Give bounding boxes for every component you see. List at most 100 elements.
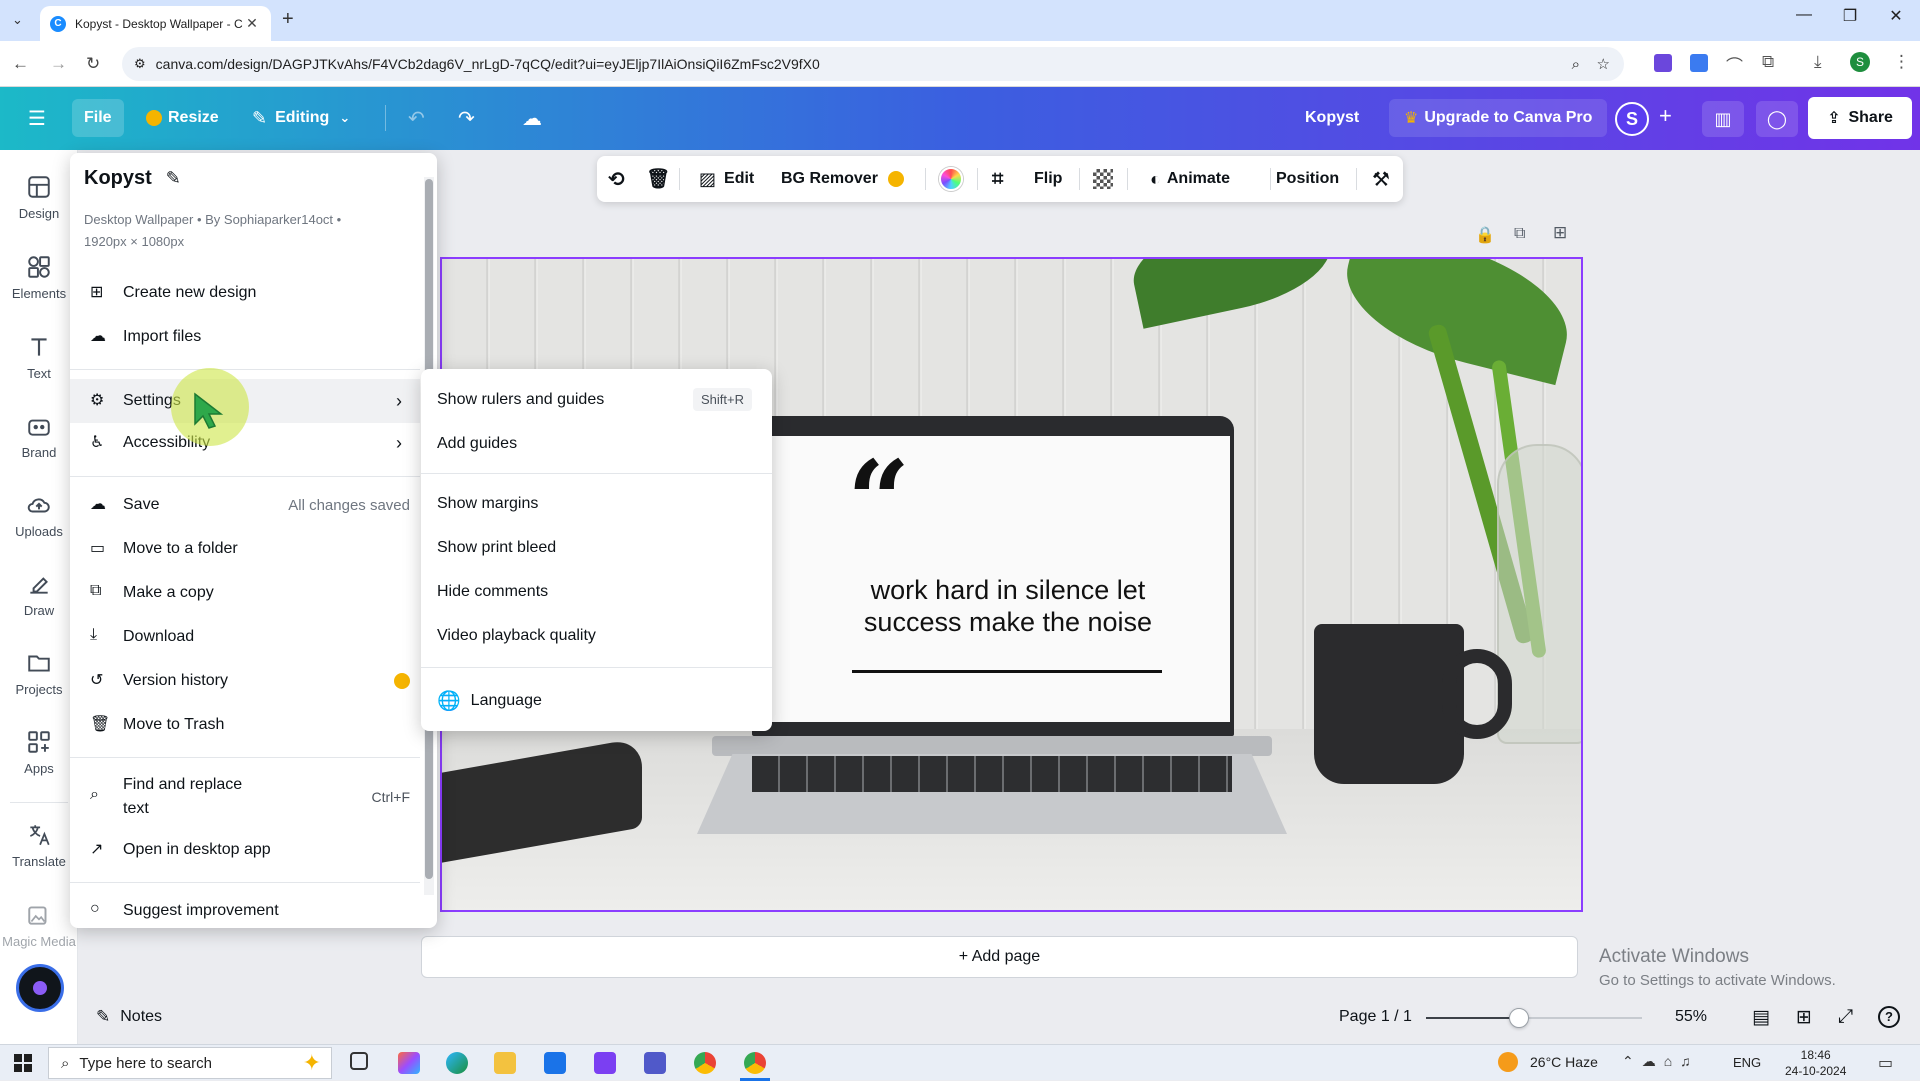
- insights-chart-icon[interactable]: ▥: [1702, 101, 1744, 137]
- back-icon[interactable]: ←: [12, 54, 29, 74]
- mail-icon[interactable]: [544, 1052, 566, 1074]
- menu-item-import-files[interactable]: ☁ Import files: [70, 317, 410, 357]
- replace-icon[interactable]: ⟲: [608, 167, 625, 192]
- extensions-puzzle-icon[interactable]: ⧉: [1762, 52, 1774, 72]
- rail-item-apps[interactable]: Apps: [0, 729, 78, 776]
- task-view-icon[interactable]: [350, 1052, 368, 1070]
- resize-button[interactable]: Resize: [134, 99, 231, 137]
- page-view-icon[interactable]: ▤: [1752, 1006, 1770, 1029]
- rail-item-projects[interactable]: Projects: [0, 650, 78, 697]
- browser-tab[interactable]: C Kopyst - Desktop Wallpaper - C ✕: [40, 6, 271, 41]
- tab-search-chevron-icon[interactable]: ⌄: [12, 12, 23, 28]
- transparency-icon[interactable]: [1093, 169, 1113, 189]
- extension-icon[interactable]: ⌒: [1726, 52, 1743, 77]
- submenu-item-hide-comments[interactable]: Hide comments: [437, 583, 548, 601]
- editing-mode-button[interactable]: ✎ Editing ⌄: [240, 99, 362, 137]
- upgrade-button[interactable]: ♛ Upgrade to Canva Pro: [1389, 99, 1608, 137]
- close-tab-icon[interactable]: ✕: [243, 15, 261, 32]
- extension-icon[interactable]: [1654, 54, 1672, 72]
- share-button[interactable]: ⇪ Share: [1808, 97, 1912, 139]
- notifications-icon[interactable]: ▭: [1878, 1053, 1893, 1073]
- lock-icon[interactable]: 🔒: [1475, 225, 1495, 245]
- minimize-icon[interactable]: —: [1784, 6, 1824, 24]
- browser-menu-icon[interactable]: ⋮: [1893, 52, 1910, 72]
- rail-item-draw[interactable]: Draw: [0, 571, 78, 618]
- fullscreen-icon[interactable]: ⤢: [1838, 1006, 1853, 1028]
- input-language[interactable]: ENG: [1733, 1055, 1761, 1070]
- weather-text[interactable]: 26°C Haze: [1530, 1054, 1598, 1070]
- canva-assistant-button[interactable]: [16, 964, 64, 1012]
- url-field[interactable]: ⚙ canva.com/design/DAGPJTKvAhs/F4VCb2dag…: [122, 47, 1624, 81]
- menu-item-suggest-improvement[interactable]: ○ Suggest improvement: [70, 891, 410, 928]
- system-tray-icons[interactable]: ⌃☁⌂♫: [1622, 1053, 1699, 1070]
- weather-icon[interactable]: [1498, 1052, 1518, 1072]
- zoom-slider[interactable]: [1426, 1008, 1642, 1028]
- user-avatar[interactable]: S: [1615, 102, 1649, 136]
- menu-item-make-copy[interactable]: ⧉ Make a copy: [70, 573, 410, 613]
- bookmark-star-icon[interactable]: ☆: [1597, 55, 1610, 73]
- profile-avatar[interactable]: S: [1850, 52, 1870, 72]
- chrome-icon[interactable]: [694, 1052, 716, 1074]
- submenu-item-video-playback-quality[interactable]: Video playback quality: [437, 627, 596, 645]
- menu-item-find-replace[interactable]: ⌕ Find and replace text Ctrl+F: [70, 771, 420, 823]
- submenu-item-show-print-bleed[interactable]: Show print bleed: [437, 539, 556, 557]
- file-explorer-icon[interactable]: [494, 1052, 516, 1074]
- color-picker-icon[interactable]: [939, 167, 963, 191]
- file-menu-button[interactable]: File: [72, 99, 124, 137]
- add-page-button[interactable]: + Add page: [421, 936, 1578, 978]
- rename-pencil-icon[interactable]: ✎: [166, 168, 181, 189]
- close-window-icon[interactable]: ✕: [1876, 6, 1916, 26]
- extension-icon[interactable]: [1690, 54, 1708, 72]
- windows-start-icon[interactable]: [14, 1054, 32, 1072]
- rail-item-uploads[interactable]: Uploads: [0, 492, 78, 539]
- rail-item-elements[interactable]: Elements: [0, 254, 78, 301]
- menu-item-save[interactable]: ☁ Save All changes saved: [70, 485, 420, 525]
- comments-icon[interactable]: ◯: [1756, 101, 1798, 137]
- taskbar-search-box[interactable]: ⌕ Type here to search ✦: [48, 1047, 332, 1079]
- submenu-item-show-margins[interactable]: Show margins: [437, 495, 538, 513]
- zoom-icon[interactable]: ⌕: [1572, 56, 1580, 73]
- add-collaborator-icon[interactable]: +: [1659, 103, 1672, 129]
- flip-button[interactable]: Flip: [1034, 170, 1062, 188]
- page-indicator[interactable]: Page 1 / 1: [1339, 1008, 1412, 1026]
- copilot-icon[interactable]: [398, 1052, 420, 1074]
- zoom-level[interactable]: 55%: [1675, 1008, 1707, 1026]
- reload-icon[interactable]: ↻: [86, 54, 100, 74]
- submenu-item-language[interactable]: 🌐 Language: [437, 689, 542, 713]
- paint-format-icon[interactable]: ⚒: [1372, 167, 1390, 192]
- zoom-slider-thumb[interactable]: [1508, 1008, 1529, 1028]
- clock[interactable]: 18:46 24-10-2024: [1785, 1047, 1846, 1079]
- help-icon[interactable]: ?: [1878, 1006, 1900, 1028]
- menu-item-move-to-trash[interactable]: 🗑 Move to Trash: [70, 705, 410, 745]
- forward-icon[interactable]: →: [50, 54, 67, 74]
- site-info-icon[interactable]: ⚙: [134, 56, 146, 72]
- main-menu-icon[interactable]: ☰: [28, 106, 46, 131]
- edge-browser-icon[interactable]: [446, 1052, 468, 1074]
- app-icon[interactable]: [594, 1052, 616, 1074]
- menu-item-open-desktop-app[interactable]: ↗ Open in desktop app: [70, 830, 410, 870]
- grid-view-icon[interactable]: ⊞: [1796, 1006, 1812, 1029]
- add-page-icon[interactable]: ⊞: [1553, 223, 1567, 243]
- downloads-icon[interactable]: ⤓: [1814, 52, 1822, 72]
- edit-button[interactable]: ▨ Edit: [699, 169, 754, 190]
- bg-remover-button[interactable]: BG Remover: [781, 170, 904, 188]
- rail-item-magic-media[interactable]: Magic Media: [0, 902, 78, 949]
- rail-item-design[interactable]: Design: [0, 174, 78, 221]
- position-button[interactable]: Position: [1276, 170, 1339, 188]
- undo-icon[interactable]: ↶: [408, 106, 425, 131]
- notes-button[interactable]: ✎ Notes: [96, 1007, 162, 1027]
- submenu-item-add-guides[interactable]: Add guides: [437, 435, 517, 453]
- submenu-item-show-rulers[interactable]: Show rulers and guides: [437, 391, 604, 409]
- restore-icon[interactable]: ❐: [1830, 6, 1870, 26]
- menu-item-version-history[interactable]: ↺ Version history: [70, 661, 420, 701]
- menu-item-download[interactable]: ⤓ Download: [70, 617, 410, 657]
- new-tab-icon[interactable]: +: [282, 8, 294, 31]
- design-name[interactable]: Kopyst: [1293, 99, 1371, 137]
- trash-icon[interactable]: 🗑: [646, 167, 670, 191]
- redo-icon[interactable]: ↷: [458, 106, 475, 131]
- menu-item-create-new-design[interactable]: ⊞ Create new design: [70, 273, 410, 313]
- rail-item-text[interactable]: Text: [0, 334, 78, 381]
- teams-icon[interactable]: [644, 1052, 666, 1074]
- menu-item-move-to-folder[interactable]: ▭ Move to a folder: [70, 529, 410, 569]
- rail-item-translate[interactable]: Translate: [0, 822, 78, 869]
